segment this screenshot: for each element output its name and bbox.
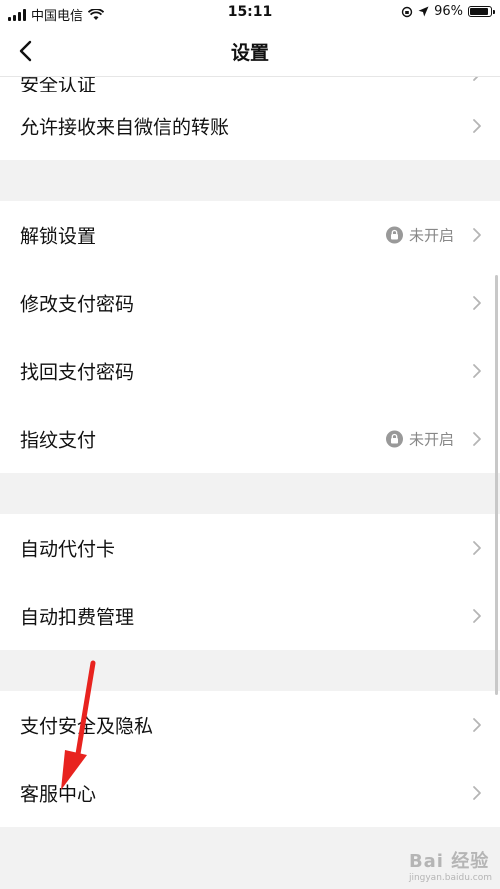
settings-group: 自动代付卡自动扣费管理 xyxy=(0,514,500,650)
scrollbar[interactable] xyxy=(495,275,498,695)
settings-group: 解锁设置 未开启 修改支付密码 找回支付密码 指纹支付 未开启 xyxy=(0,201,500,473)
settings-row-label: 允许接收来自微信的转账 xyxy=(20,116,230,139)
settings-row-label: 修改支付密码 xyxy=(20,293,135,316)
chevron-right-icon xyxy=(473,296,481,310)
chevron-right-icon xyxy=(473,432,481,446)
settings-row-label: 指纹支付 xyxy=(20,429,97,452)
chevron-right-icon xyxy=(473,228,481,242)
status-indicator: 未开启 xyxy=(385,429,454,450)
settings-row[interactable]: 指纹支付 未开启 xyxy=(0,405,500,473)
section-divider xyxy=(0,650,500,691)
location-icon xyxy=(418,6,429,17)
settings-group: 支付安全及隐私 客服中心 xyxy=(0,691,500,827)
status-text: 未开启 xyxy=(408,430,454,449)
status-text: 未开启 xyxy=(408,226,454,245)
chevron-right-icon xyxy=(473,786,481,800)
watermark: Bai 经验 jingyan.baidu.com xyxy=(408,851,492,883)
settings-row[interactable]: 自动代付卡 xyxy=(0,514,500,582)
status-bar: 中国电信 15:11 96% xyxy=(0,0,500,26)
lock-icon xyxy=(385,430,403,448)
settings-row-label: 找回支付密码 xyxy=(20,361,135,384)
settings-row[interactable]: 解锁设置 未开启 xyxy=(0,201,500,269)
navigation-bar: 设置 xyxy=(0,26,500,77)
lock-icon xyxy=(385,226,403,244)
status-indicator: 未开启 xyxy=(385,225,454,246)
settings-row[interactable]: 客服中心 xyxy=(0,759,500,827)
settings-row[interactable]: 找回支付密码 xyxy=(0,337,500,405)
settings-row-label: 解锁设置 xyxy=(20,225,97,248)
orientation-lock-icon xyxy=(401,6,413,17)
settings-row[interactable]: 支付安全及隐私 xyxy=(0,691,500,759)
settings-list: 安全认证 允许接收来自微信的转账 解锁设置 未开启 修改支付密码 找回支付密码 指纹支付 未开… xyxy=(0,56,500,827)
settings-row[interactable]: 自动扣费管理 xyxy=(0,582,500,650)
settings-row-label: 自动代付卡 xyxy=(20,538,116,561)
chevron-right-icon xyxy=(473,119,481,133)
page-title: 设置 xyxy=(230,42,269,64)
settings-row[interactable]: 允许接收来自微信的转账 xyxy=(0,92,500,160)
settings-row-label: 自动扣费管理 xyxy=(20,606,135,629)
section-divider xyxy=(0,473,500,514)
battery-percent: 96% xyxy=(434,4,463,19)
section-divider xyxy=(0,160,500,201)
chevron-right-icon xyxy=(473,364,481,378)
chevron-right-icon xyxy=(473,609,481,623)
chevron-right-icon xyxy=(473,718,481,732)
battery-icon xyxy=(468,6,495,17)
settings-row[interactable]: 修改支付密码 xyxy=(0,269,500,337)
settings-row-label: 支付安全及隐私 xyxy=(20,715,154,738)
chevron-right-icon xyxy=(473,541,481,555)
settings-row-label: 客服中心 xyxy=(20,783,97,806)
